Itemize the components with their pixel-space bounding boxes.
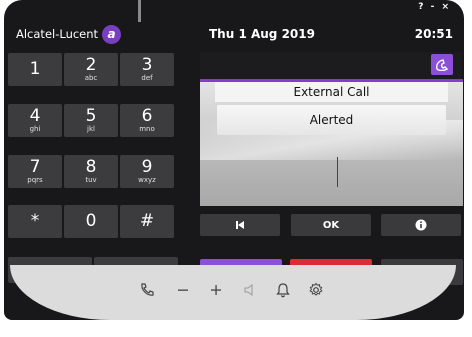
handset-cord-marker xyxy=(138,0,141,22)
desk-phone: ? - × Alcatel-Lucent a Thu 1 Aug 2019 20… xyxy=(4,0,470,337)
bell-icon[interactable] xyxy=(274,281,292,299)
key-digit: 3 xyxy=(141,55,153,75)
key-3[interactable]: 3 def xyxy=(120,53,174,86)
skip-back-icon xyxy=(236,221,244,229)
text-cursor xyxy=(337,157,338,187)
key-7[interactable]: 7 pqrs xyxy=(8,155,62,188)
key-digit: 0 xyxy=(85,211,97,231)
key-letters: mno xyxy=(139,125,155,133)
time-display: 20:51 xyxy=(414,27,453,41)
key-letters: jkl xyxy=(87,125,95,133)
key-digit: # xyxy=(139,211,155,231)
previous-button[interactable] xyxy=(200,214,280,236)
key-4[interactable]: 4 ghi xyxy=(8,104,62,137)
key-digit: 8 xyxy=(85,157,97,177)
key-hash[interactable]: # xyxy=(120,205,174,238)
key-1[interactable]: 1 xyxy=(8,53,62,86)
info-icon xyxy=(415,219,427,231)
key-digit: 9 xyxy=(141,157,153,177)
brand: Alcatel-Lucent a xyxy=(16,23,122,45)
key-digit: 6 xyxy=(141,106,153,126)
alcatel-logo-icon: a xyxy=(102,24,122,44)
key-2[interactable]: 2 abc xyxy=(64,53,118,86)
key-letters: tuv xyxy=(85,176,97,184)
key-9[interactable]: 9 wxyz xyxy=(120,155,174,188)
key-5[interactable]: 5 jkl xyxy=(64,104,118,137)
call-tab-bar xyxy=(200,52,462,80)
key-letters: def xyxy=(141,74,153,82)
call-handset-tab-icon[interactable] xyxy=(431,54,453,75)
info-button[interactable] xyxy=(381,214,461,236)
call-type-label: External Call xyxy=(215,82,448,102)
key-digit: 2 xyxy=(85,55,97,75)
side-arrow-icon[interactable] xyxy=(464,218,470,232)
brand-name: Alcatel-Lucent xyxy=(16,27,99,41)
key-digit: 7 xyxy=(29,157,41,177)
settings-gear-icon[interactable] xyxy=(307,281,325,299)
key-6[interactable]: 6 mno xyxy=(120,104,174,137)
key-letters: pqrs xyxy=(27,176,43,184)
ok-button[interactable]: OK xyxy=(291,214,371,236)
date-display: Thu 1 Aug 2019 xyxy=(209,27,315,41)
plus-icon[interactable] xyxy=(207,281,225,299)
key-star[interactable]: * xyxy=(8,205,62,238)
key-letters: ghi xyxy=(29,125,41,133)
hardware-footer xyxy=(10,265,456,320)
window-controls[interactable]: ? - × xyxy=(418,2,451,12)
key-0[interactable]: 0 xyxy=(64,205,118,238)
speaker-icon[interactable] xyxy=(241,281,259,299)
key-digit: 1 xyxy=(29,59,41,79)
call-state-label: Alerted xyxy=(217,105,446,135)
key-digit: 5 xyxy=(85,106,97,126)
key-letters: abc xyxy=(84,74,98,82)
minus-icon[interactable] xyxy=(174,281,192,299)
handset-icon[interactable] xyxy=(138,281,156,299)
key-letters: wxyz xyxy=(138,176,156,184)
key-digit: 4 xyxy=(29,106,41,126)
key-digit: * xyxy=(30,211,40,231)
key-8[interactable]: 8 tuv xyxy=(64,155,118,188)
